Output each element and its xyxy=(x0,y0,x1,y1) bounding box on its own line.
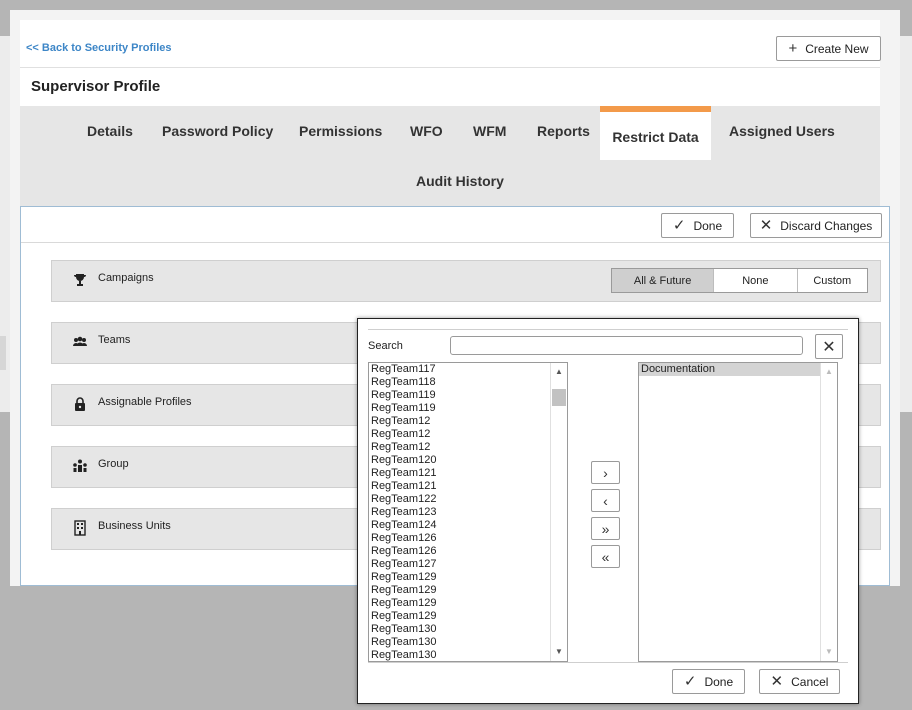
selected-teams-list[interactable]: Documentation ▲ ▼ xyxy=(638,362,838,662)
list-item[interactable]: RegTeam127 xyxy=(369,558,550,571)
list-item[interactable]: RegTeam126 xyxy=(369,545,550,558)
scroll-thumb[interactable] xyxy=(552,389,566,406)
list-item[interactable]: RegTeam121 xyxy=(369,480,550,493)
building-icon xyxy=(74,520,86,536)
discard-changes-button[interactable]: ✕ Discard Changes xyxy=(750,213,882,238)
section-campaigns[interactable]: Campaigns All & Future None Custom xyxy=(51,260,881,302)
list-item[interactable]: RegTeam118 xyxy=(369,376,550,389)
page-title: Supervisor Profile xyxy=(31,78,161,95)
top-bar: << Back to Security Profiles + Create Ne… xyxy=(20,20,881,68)
dialog-close-button[interactable]: ✕ xyxy=(815,334,843,359)
title-bar: Supervisor Profile xyxy=(20,68,880,106)
list-item[interactable]: RegTeam119 xyxy=(369,402,550,415)
dialog-divider xyxy=(368,662,848,663)
close-icon: ✕ xyxy=(822,338,836,356)
close-icon: ✕ xyxy=(759,217,773,234)
list-item[interactable]: RegTeam121 xyxy=(369,467,550,480)
discard-changes-label: Discard Changes xyxy=(780,218,873,233)
campaigns-filter-segmented[interactable]: All & Future None Custom xyxy=(611,268,868,293)
list-item[interactable]: RegTeam119 xyxy=(369,389,550,402)
content-toolbar: ✓ Done ✕ Discard Changes xyxy=(21,207,889,243)
done-button[interactable]: ✓ Done xyxy=(661,213,734,238)
list-item[interactable]: RegTeam117 xyxy=(369,363,550,376)
list-item[interactable]: RegTeam130 xyxy=(369,649,550,661)
section-label: Group xyxy=(98,458,129,470)
tab-restrict-data[interactable]: Restrict Data xyxy=(600,106,711,160)
dialog-done-button[interactable]: ✓ Done xyxy=(672,669,745,694)
trophy-icon xyxy=(74,274,86,286)
scroll-up-icon[interactable]: ▲ xyxy=(551,365,567,379)
tab-assigned-users[interactable]: Assigned Users xyxy=(729,123,835,139)
tab-details[interactable]: Details xyxy=(87,123,133,139)
tab-wfm[interactable]: WFM xyxy=(473,123,506,139)
create-new-button[interactable]: + Create New xyxy=(776,36,881,61)
list-item[interactable]: RegTeam12 xyxy=(369,441,550,454)
tab-permissions[interactable]: Permissions xyxy=(299,123,382,139)
check-icon: ✓ xyxy=(672,217,686,234)
search-label: Search xyxy=(368,340,403,352)
lock-icon xyxy=(75,397,85,411)
available-teams-list[interactable]: RegTeam117 RegTeam118 RegTeam119 RegTeam119… xyxy=(368,362,568,662)
done-label: Done xyxy=(693,218,723,233)
move-all-right-button[interactable]: » xyxy=(591,517,620,540)
list-item[interactable]: Documentation xyxy=(639,363,820,376)
option-custom[interactable]: Custom xyxy=(796,269,867,292)
selected-items: Documentation xyxy=(639,363,820,661)
list-item[interactable]: RegTeam130 xyxy=(369,623,550,636)
list-item[interactable]: RegTeam12 xyxy=(369,428,550,441)
back-to-security-profiles-link[interactable]: << Back to Security Profiles xyxy=(26,42,172,54)
group-icon xyxy=(73,459,87,472)
available-items: RegTeam117 RegTeam118 RegTeam119 RegTeam119… xyxy=(369,363,550,661)
list-item[interactable]: RegTeam129 xyxy=(369,597,550,610)
list-item[interactable]: RegTeam122 xyxy=(369,493,550,506)
section-label: Assignable Profiles xyxy=(98,396,192,408)
dialog-divider xyxy=(368,329,848,330)
create-new-label: Create New xyxy=(805,41,869,56)
close-icon: ✕ xyxy=(770,673,784,690)
list-item[interactable]: RegTeam123 xyxy=(369,506,550,519)
option-all-future[interactable]: All & Future xyxy=(612,269,714,292)
option-none[interactable]: None xyxy=(713,269,796,292)
list-item[interactable]: RegTeam129 xyxy=(369,584,550,597)
list-item[interactable]: RegTeam120 xyxy=(369,454,550,467)
scroll-down-icon[interactable]: ▼ xyxy=(821,645,837,659)
move-all-left-button[interactable]: « xyxy=(591,545,620,568)
selected-list-scrollbar[interactable]: ▲ ▼ xyxy=(820,363,837,661)
cancel-label: Cancel xyxy=(791,674,829,689)
move-left-button[interactable]: ‹ xyxy=(591,489,620,512)
plus-icon: + xyxy=(788,40,798,57)
list-item[interactable]: RegTeam126 xyxy=(369,532,550,545)
tab-bar: Details Password Policy Permissions WFO … xyxy=(20,106,880,206)
check-icon: ✓ xyxy=(683,673,697,690)
list-item[interactable]: RegTeam129 xyxy=(369,571,550,584)
tab-audit-history[interactable]: Audit History xyxy=(416,173,504,189)
dialog-cancel-button[interactable]: ✕ Cancel xyxy=(759,669,840,694)
tab-password-policy[interactable]: Password Policy xyxy=(162,123,273,139)
background-panel-left xyxy=(0,36,10,412)
tab-reports[interactable]: Reports xyxy=(537,123,590,139)
section-label: Business Units xyxy=(98,520,171,532)
scroll-down-icon[interactable]: ▼ xyxy=(551,645,567,659)
scroll-up-icon[interactable]: ▲ xyxy=(821,365,837,379)
list-item[interactable]: RegTeam124 xyxy=(369,519,550,532)
users-icon xyxy=(73,336,87,346)
available-list-scrollbar[interactable]: ▲ ▼ xyxy=(550,363,567,661)
search-input[interactable] xyxy=(450,336,803,355)
tab-wfo[interactable]: WFO xyxy=(410,123,443,139)
background-panel-right xyxy=(900,36,912,412)
list-item[interactable]: RegTeam129 xyxy=(369,610,550,623)
done-label: Done xyxy=(704,674,734,689)
background-panel-nub xyxy=(0,336,6,370)
move-right-button[interactable]: › xyxy=(591,461,620,484)
section-label: Campaigns xyxy=(98,272,154,284)
teams-picker-dialog: Search ✕ RegTeam117 RegTeam118 RegTeam119 R… xyxy=(357,318,859,704)
list-item[interactable]: RegTeam130 xyxy=(369,636,550,649)
list-item[interactable]: RegTeam12 xyxy=(369,415,550,428)
section-label: Teams xyxy=(98,334,131,346)
